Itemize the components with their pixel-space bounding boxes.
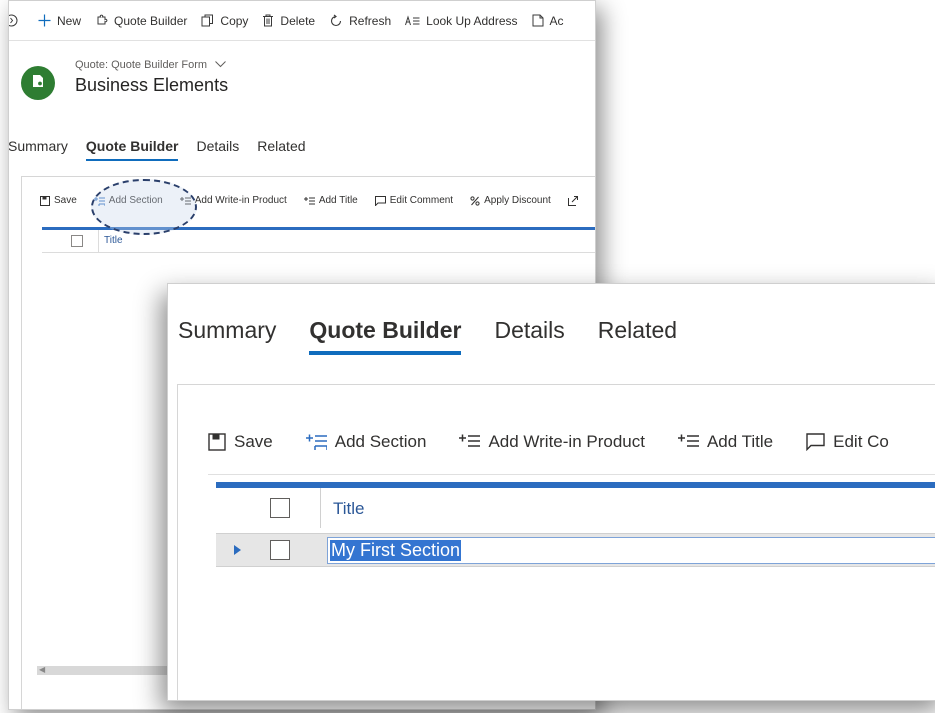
section-title-value: My First Section: [330, 540, 462, 561]
add-title-icon: [677, 433, 699, 451]
history-button[interactable]: [9, 1, 31, 41]
zoomed-window: Summary Quote Builder Details Related Sa…: [167, 283, 935, 701]
zoomed-add-section-button[interactable]: Add Section: [305, 432, 427, 452]
refresh-button[interactable]: Refresh: [322, 1, 398, 41]
form-selector[interactable]: Quote: Quote Builder Form: [75, 59, 228, 71]
zoomed-save-button[interactable]: Save: [208, 432, 273, 452]
chevron-down-icon: [215, 59, 226, 71]
command-bar: New Quote Builder Copy Delete Refresh Lo…: [9, 1, 595, 41]
apply-discount-button[interactable]: Apply Discount: [470, 195, 551, 206]
zoomed-column-divider: [320, 488, 321, 528]
zoomed-add-write-in-product-label: Add Write-in Product: [488, 432, 645, 451]
save-icon: [40, 195, 50, 206]
save-icon: [208, 433, 226, 451]
quote-document-icon: [31, 74, 45, 93]
zoomed-title-column-header[interactable]: Title: [333, 499, 365, 519]
export-button[interactable]: [567, 195, 582, 206]
zoomed-tab-related[interactable]: Related: [598, 317, 677, 344]
grid-header-row: Title: [42, 230, 595, 253]
scroll-left-icon: ◀: [39, 665, 46, 674]
copy-button[interactable]: Copy: [194, 1, 255, 41]
refresh-icon: [329, 14, 343, 28]
tab-details[interactable]: Details: [196, 138, 239, 154]
look-up-address-label: Look Up Address: [426, 13, 518, 28]
quote-builder-label: Quote Builder: [114, 13, 188, 28]
puzzle-icon: [95, 14, 108, 27]
zoomed-grid-toolbar: Save Add Section Add Write-in Product Ad…: [208, 432, 922, 452]
section-title-input[interactable]: My First Section: [327, 537, 935, 564]
zoomed-select-all-checkbox[interactable]: [270, 498, 290, 518]
copy-label: Copy: [220, 13, 249, 28]
save-button[interactable]: Save: [40, 195, 77, 206]
quote-builder-button[interactable]: Quote Builder: [88, 1, 194, 41]
zoomed-grid-header-row: Title: [216, 488, 935, 528]
add-title-label: Add Title: [318, 195, 358, 206]
record-title: Business Elements: [75, 75, 229, 95]
record-header: Quote: Quote Builder Form Business Eleme…: [21, 53, 228, 100]
new-button[interactable]: New: [31, 1, 88, 41]
zoomed-add-title-button[interactable]: Add Title: [677, 432, 774, 452]
row-checkbox[interactable]: [270, 540, 290, 560]
apply-discount-label: Apply Discount: [484, 195, 551, 206]
zoomed-add-title-label: Add Title: [706, 432, 774, 451]
zoomed-save-label: Save: [234, 432, 273, 451]
new-label: New: [57, 13, 82, 28]
comment-icon: [806, 433, 825, 451]
plus-icon: [38, 14, 51, 27]
refresh-label: Refresh: [349, 13, 392, 28]
add-section-icon: [305, 433, 327, 451]
save-label: Save: [54, 195, 77, 206]
tab-list: Summary Quote Builder Details Related: [9, 138, 324, 161]
address-lookup-icon: [405, 14, 420, 27]
delete-button[interactable]: Delete: [255, 1, 322, 41]
tab-summary[interactable]: Summary: [9, 138, 68, 154]
look-up-address-button[interactable]: Look Up Address: [398, 1, 524, 41]
record-avatar: [21, 66, 55, 100]
zoomed-add-write-in-product-button[interactable]: Add Write-in Product: [459, 432, 645, 452]
zoomed-tab-details[interactable]: Details: [494, 317, 564, 344]
trash-icon: [262, 14, 274, 27]
zoomed-add-section-label: Add Section: [334, 432, 427, 451]
column-divider: [98, 230, 99, 252]
add-list-icon: [459, 433, 481, 451]
zoomed-tab-list: Summary Quote Builder Details Related: [178, 317, 710, 355]
history-icon: [9, 14, 18, 27]
zoomed-edit-comment-label: Edit Co: [833, 432, 889, 451]
comment-icon: [374, 195, 386, 206]
add-title-button[interactable]: Add Title: [303, 195, 358, 206]
percent-icon: [470, 195, 480, 206]
row-indicator-icon: [234, 545, 241, 555]
export-icon: [567, 195, 578, 206]
select-all-checkbox[interactable]: [71, 235, 83, 247]
tab-related[interactable]: Related: [257, 138, 305, 154]
edit-comment-button[interactable]: Edit Comment: [374, 195, 454, 206]
form-selector-label: Quote: Quote Builder Form: [75, 59, 208, 71]
table-row[interactable]: My First Section: [216, 533, 935, 567]
screenshot-stage: New Quote Builder Copy Delete Refresh Lo…: [0, 0, 935, 713]
title-column-header[interactable]: Title: [104, 235, 123, 246]
overflow-command-label: Ac: [549, 13, 564, 28]
zoomed-edit-comment-button[interactable]: Edit Co: [806, 432, 889, 452]
zoomed-tab-quote-builder[interactable]: Quote Builder: [309, 317, 462, 355]
document-icon: [532, 14, 544, 27]
overflow-command-button[interactable]: Ac: [525, 1, 571, 41]
copy-icon: [201, 14, 214, 27]
horizontal-scrollbar[interactable]: ◀: [37, 665, 177, 675]
add-write-in-product-label: Add Write-in Product: [194, 195, 287, 206]
delete-label: Delete: [280, 13, 316, 28]
toolbar-divider: [208, 474, 935, 475]
highlight-annotation: [91, 179, 197, 235]
tab-quote-builder[interactable]: Quote Builder: [85, 138, 178, 161]
add-title-icon: [303, 196, 315, 206]
zoomed-tab-summary[interactable]: Summary: [178, 317, 276, 344]
edit-comment-label: Edit Comment: [389, 195, 454, 206]
